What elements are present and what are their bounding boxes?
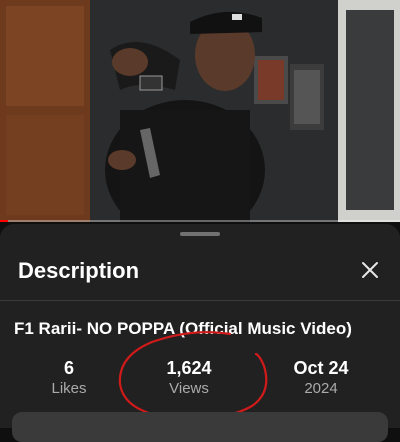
views-count: 1,624 [166, 358, 212, 378]
divider [0, 300, 400, 301]
video-frame [0, 0, 400, 222]
likes-stat: 6 Likes [9, 358, 129, 400]
description-sheet: Description F1 Rarii- NO POPPA (Official… [0, 224, 400, 428]
likes-count: 6 [63, 358, 74, 378]
drag-handle[interactable] [180, 232, 220, 236]
upload-year: 2024 [304, 380, 338, 397]
video-progress-bar[interactable] [0, 220, 400, 222]
likes-label: Likes [51, 380, 87, 397]
upload-date: Oct 24 [293, 358, 349, 378]
video-title: F1 Rarii- NO POPPA (Official Music Video… [14, 319, 352, 338]
views-label: Views [169, 380, 209, 397]
next-card[interactable] [12, 412, 388, 442]
sheet-title: Description [18, 258, 140, 283]
close-icon [362, 262, 378, 278]
video-stats: 6 Likes 1,624 Views Oct 24 2024 [0, 358, 400, 402]
close-button[interactable] [354, 254, 386, 286]
views-stat: 1,624 Views [129, 358, 249, 400]
video-progress-fill [0, 220, 8, 222]
upload-date-stat: Oct 24 2024 [261, 358, 381, 400]
video-player[interactable] [0, 0, 400, 222]
